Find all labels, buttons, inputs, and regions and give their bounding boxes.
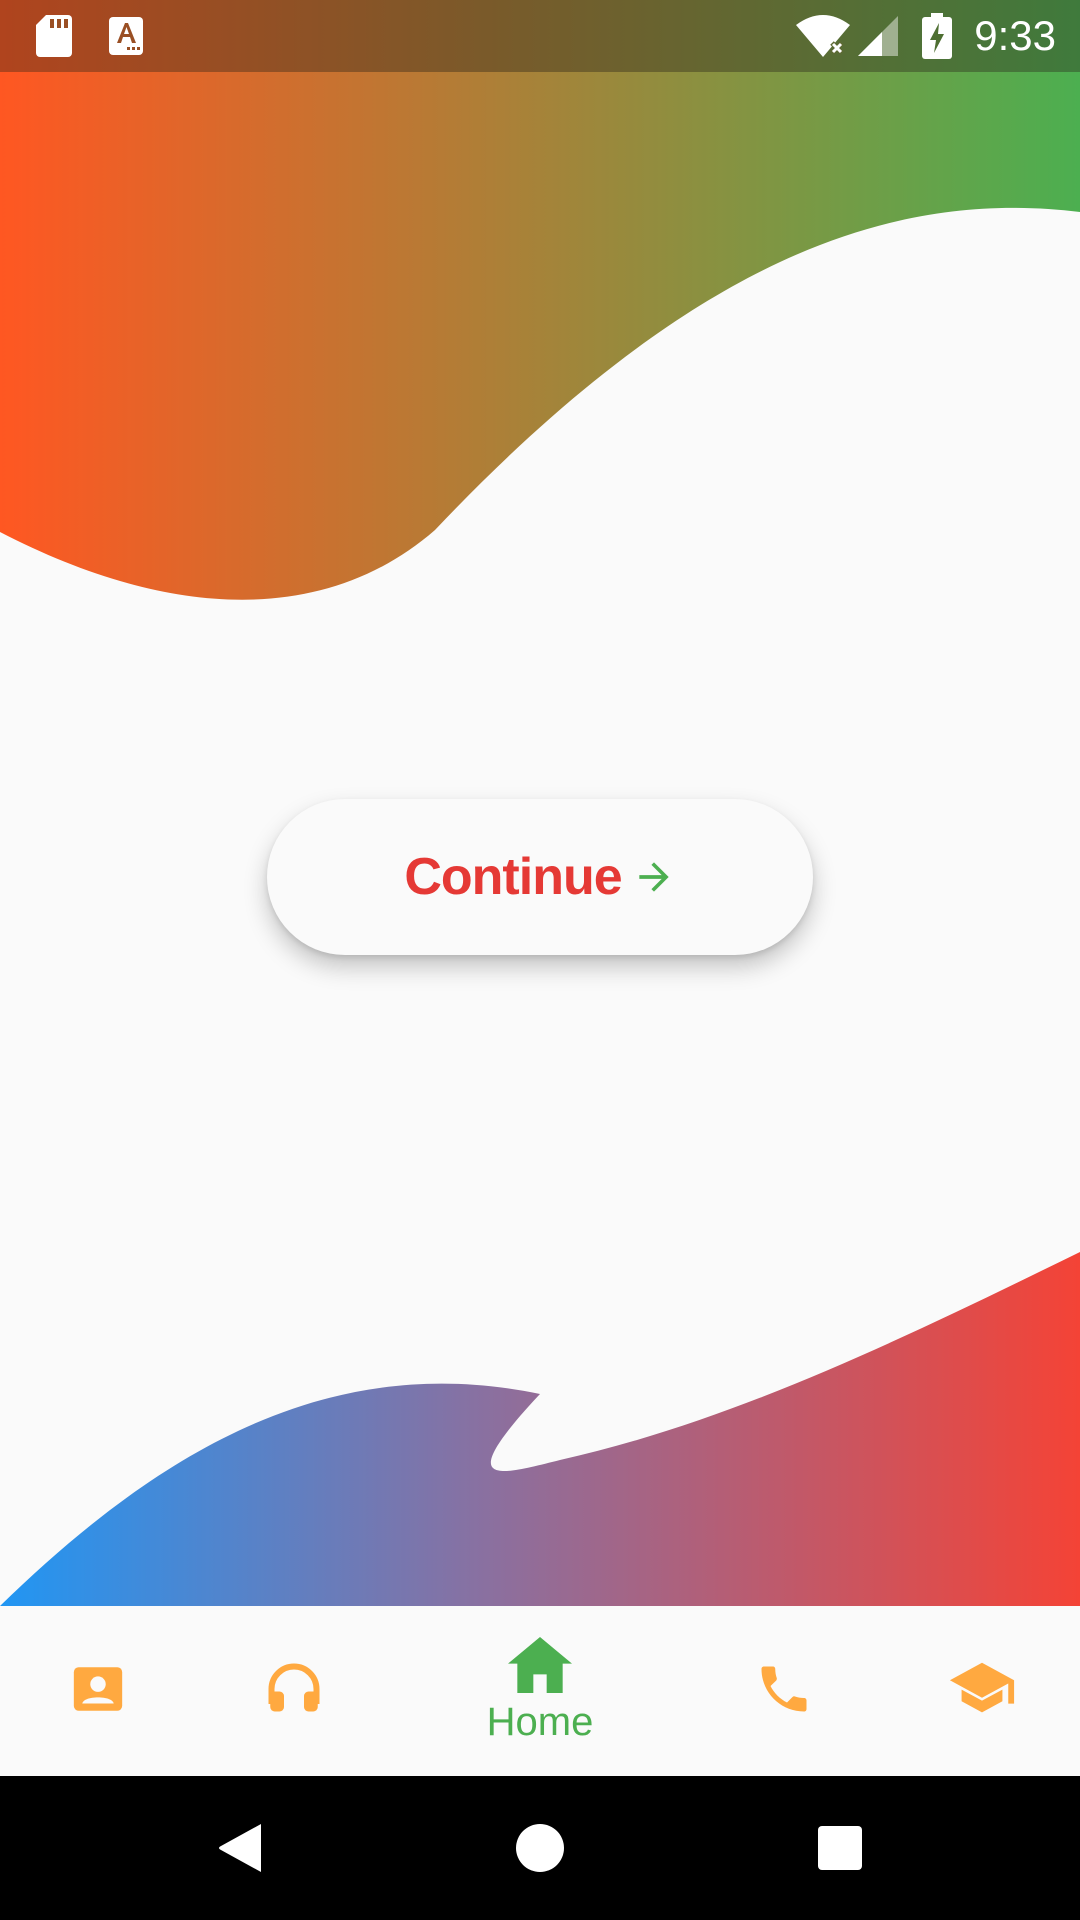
- a-notification-icon: [108, 0, 144, 72]
- top-wave: [0, 0, 1080, 600]
- nav-item-home[interactable]: Home: [465, 1606, 615, 1776]
- nav-item-contact[interactable]: [23, 1606, 173, 1776]
- status-bar: 9:33: [0, 0, 1080, 72]
- cell-signal-icon: [856, 0, 900, 72]
- status-time: 9:33: [974, 12, 1056, 59]
- bottom-navigation: Home: [0, 1606, 1080, 1776]
- graduation-cap-icon: [947, 1659, 1017, 1724]
- continue-label: Continue: [404, 848, 622, 906]
- system-navigation-bar: [0, 1776, 1080, 1920]
- nav-item-audio[interactable]: [219, 1606, 369, 1776]
- nav-item-home-label: Home: [486, 1700, 594, 1744]
- recents-icon[interactable]: [780, 1776, 900, 1920]
- sd-card-icon: [34, 0, 74, 72]
- nav-item-phone[interactable]: [709, 1606, 859, 1776]
- back-icon[interactable]: [181, 1776, 301, 1920]
- phone-icon: [754, 1659, 814, 1724]
- arrow-right-icon: [632, 855, 676, 899]
- wifi-off-icon: [796, 0, 850, 72]
- contact-card-icon: [69, 1660, 127, 1723]
- continue-button[interactable]: Continue: [267, 799, 813, 955]
- home-circle-icon[interactable]: [480, 1776, 600, 1920]
- battery-charging-icon: [922, 0, 952, 72]
- nav-item-education[interactable]: [907, 1606, 1057, 1776]
- home-icon: [508, 1637, 572, 1698]
- bottom-wave: [0, 1252, 1080, 1606]
- headphones-icon: [264, 1659, 324, 1724]
